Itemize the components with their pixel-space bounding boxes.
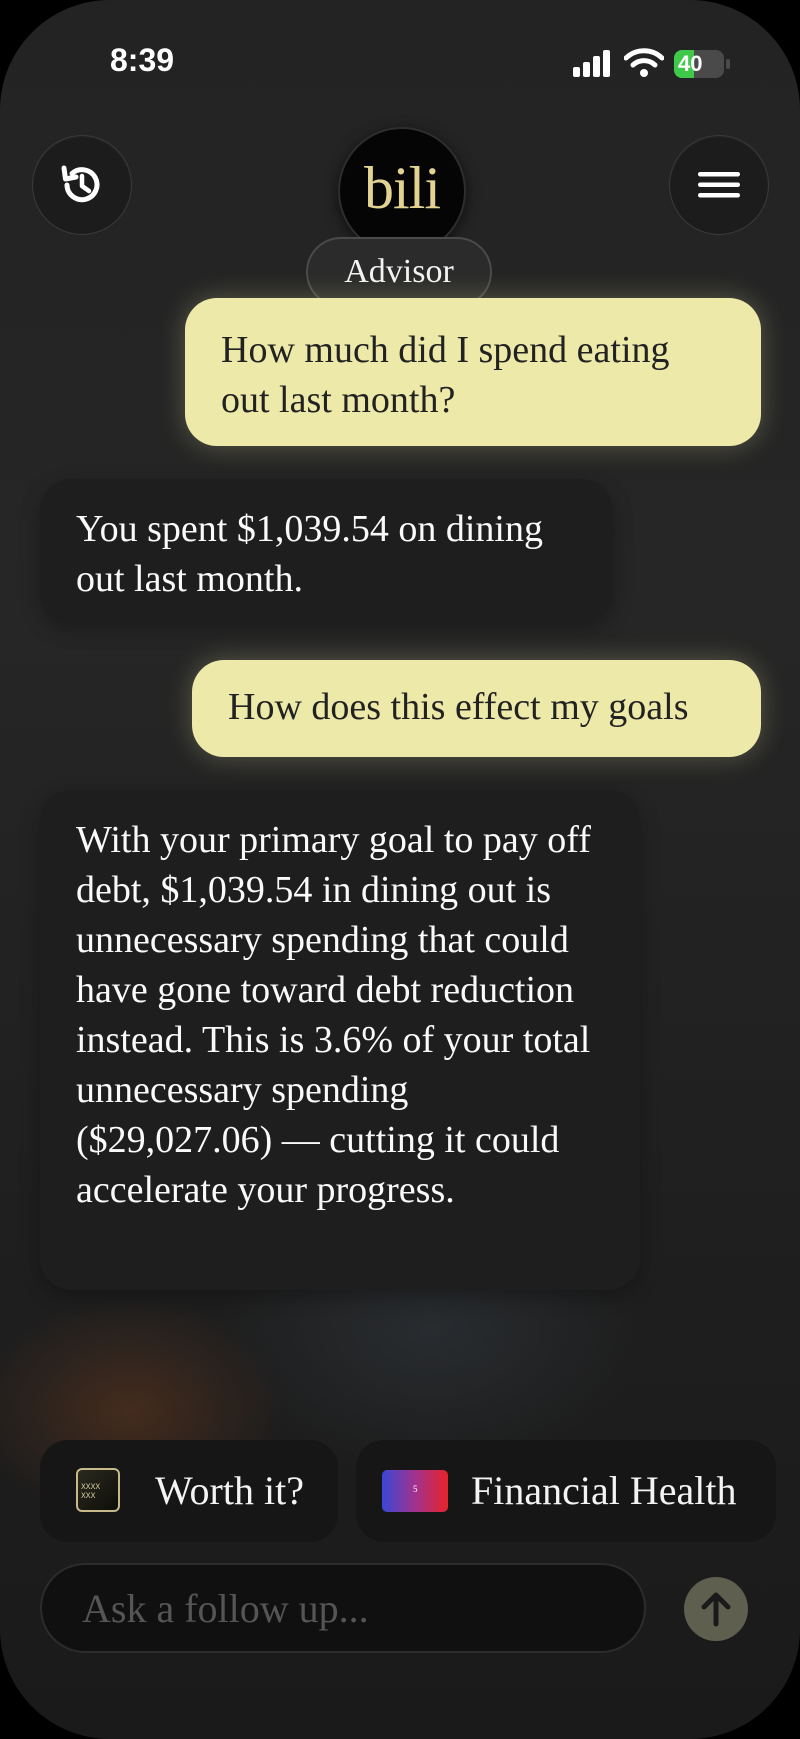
cellular-signal-icon bbox=[573, 49, 611, 77]
user-message: How much did I spend eating out last mon… bbox=[185, 298, 761, 446]
card-thumbnail-icon: XXXX XXX bbox=[76, 1468, 120, 1512]
logo-text: bili bbox=[363, 155, 441, 221]
status-time: 8:39 bbox=[110, 42, 175, 78]
send-button[interactable] bbox=[684, 1577, 748, 1641]
wifi-icon bbox=[623, 47, 665, 79]
bili-logo[interactable]: bili bbox=[338, 127, 466, 255]
history-icon bbox=[61, 165, 100, 203]
advisor-mode-pill[interactable]: Advisor bbox=[306, 237, 492, 307]
phone-screen: 8:39 40 bili Advisor How much did I spen… bbox=[0, 0, 800, 1739]
assistant-message: You spent $1,039.54 on dining out last m… bbox=[40, 479, 613, 623]
hamburger-menu-icon bbox=[698, 172, 740, 198]
history-button[interactable] bbox=[32, 135, 132, 235]
suggestion-label: Financial Health bbox=[471, 1468, 737, 1513]
battery-icon: 40 bbox=[674, 50, 730, 80]
card-thumbnail-icon: 5 bbox=[382, 1470, 448, 1512]
suggestion-label: Worth it? bbox=[155, 1468, 304, 1513]
user-message: How does this effect my goals bbox=[192, 660, 761, 757]
status-bar: 8:39 40 bbox=[0, 0, 800, 130]
suggestion-financial-health[interactable]: 5 Financial Health bbox=[356, 1440, 776, 1542]
battery-percent: 40 bbox=[678, 51, 703, 76]
arrow-up-icon bbox=[701, 1592, 731, 1627]
follow-up-input[interactable] bbox=[80, 1584, 604, 1633]
follow-up-input-container bbox=[40, 1563, 646, 1653]
assistant-message: With your primary goal to pay off debt, … bbox=[40, 790, 640, 1290]
menu-button[interactable] bbox=[669, 135, 769, 235]
suggestion-worth-it[interactable]: XXXX XXX Worth it? bbox=[40, 1440, 338, 1542]
